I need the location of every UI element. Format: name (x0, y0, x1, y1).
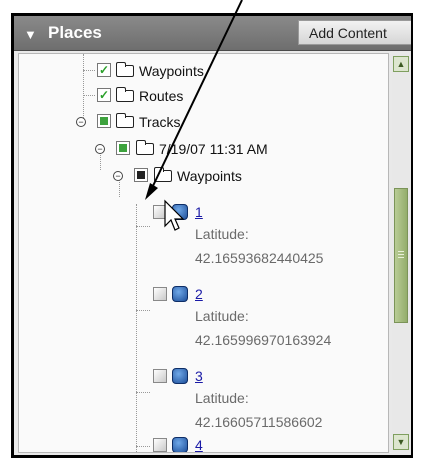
annotation-arrowhead (145, 183, 158, 200)
mouse-cursor-icon (164, 199, 185, 231)
annotation-overlay (145, 0, 243, 231)
annotation-arrow-line (151, 0, 243, 189)
